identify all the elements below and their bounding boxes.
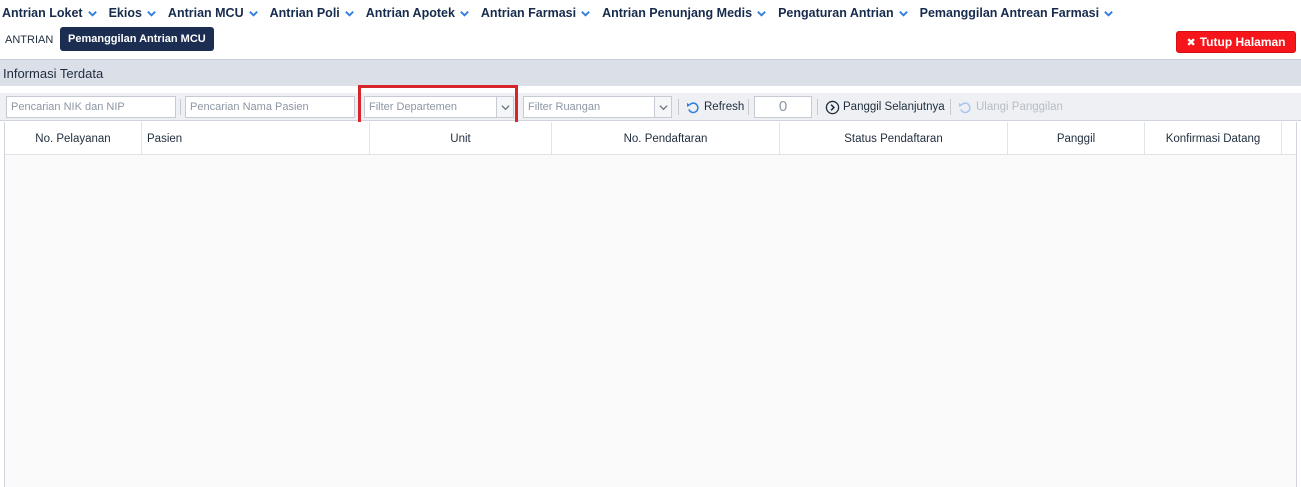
department-filter-select[interactable]: Filter Departemen	[364, 96, 514, 118]
column-header[interactable]: Panggil	[1008, 122, 1145, 155]
department-filter-value: Filter Departemen	[369, 101, 458, 113]
nav-label: Pemanggilan Antrean Farmasi	[919, 6, 1100, 20]
chevron-down-icon	[581, 10, 590, 17]
toolbar-separator	[678, 99, 679, 115]
chevron-down-icon	[460, 10, 469, 17]
toolbar-separator	[817, 99, 818, 115]
queue-counter-input[interactable]: 0	[754, 96, 812, 118]
nav-antrian-penunjang-medis[interactable]: Antrian Penunjang Medis	[602, 6, 767, 20]
room-filter-select[interactable]: Filter Ruangan	[523, 96, 672, 118]
nav-label: Antrian Loket	[2, 6, 83, 20]
nav-pemanggilan-antrean-farmasi[interactable]: Pemanggilan Antrean Farmasi	[920, 6, 1114, 20]
nav-antrian-farmasi[interactable]: Antrian Farmasi	[481, 6, 591, 20]
column-header[interactable]: No. Pelayanan	[5, 122, 142, 155]
call-next-button[interactable]: Panggil Selanjutnya	[825, 98, 945, 116]
nav-label: Antrian Farmasi	[480, 6, 577, 20]
search-nik-input[interactable]: Pencarian NIK dan NIP	[6, 96, 176, 118]
nav-antrian-poli[interactable]: Antrian Poli	[270, 6, 355, 20]
nav-label: Pengaturan Antrian	[778, 6, 894, 20]
nav-antrian-apotek[interactable]: Antrian Apotek	[366, 6, 470, 20]
toolbar: Pencarian NIK dan NIP Pencarian Nama Pas…	[0, 93, 1301, 121]
top-navigation: Antrian Loket Ekios Antrian MCU Antrian …	[0, 0, 1301, 26]
search-patient-name-input[interactable]: Pencarian Nama Pasien	[185, 96, 355, 118]
panel-header: Informasi Terdata	[0, 59, 1301, 86]
refresh-icon	[959, 101, 971, 113]
chevron-down-icon	[147, 10, 156, 17]
close-page-label: Tutup Halaman	[1199, 35, 1286, 49]
column-header[interactable]: Pasien	[142, 122, 370, 155]
column-header[interactable]: Status Pendaftaran	[780, 122, 1008, 155]
recall-button[interactable]: Ulangi Panggilan	[958, 98, 1063, 116]
column-header[interactable]: No. Pendaftaran	[552, 122, 780, 155]
panel-title: Informasi Terdata	[3, 66, 104, 81]
refresh-icon	[687, 101, 699, 113]
grid-header: No. Pelayanan Pasien Unit No. Pendaftara…	[5, 122, 1296, 155]
chevron-down-icon	[898, 10, 908, 17]
nav-label: Antrian Apotek	[365, 6, 455, 20]
nav-antrian-mcu[interactable]: Antrian MCU	[168, 6, 259, 20]
toolbar-separator	[180, 99, 181, 115]
room-filter-value: Filter Ruangan	[528, 101, 601, 113]
nav-label: Antrian MCU	[167, 6, 244, 20]
chevron-down-icon	[344, 10, 354, 17]
toolbar-separator	[748, 99, 749, 115]
toolbar-separator	[950, 99, 951, 115]
nav-antrian-loket[interactable]: Antrian Loket	[2, 6, 98, 20]
breadcrumb[interactable]: ANTRIAN	[5, 34, 53, 46]
data-grid: No. Pelayanan Pasien Unit No. Pendaftara…	[4, 122, 1297, 487]
chevron-down-icon[interactable]	[654, 97, 671, 117]
column-header[interactable]: Unit	[370, 122, 552, 155]
chevron-down-icon	[1104, 10, 1113, 17]
close-icon: ✖	[1186, 36, 1196, 49]
nav-ekios[interactable]: Ekios	[109, 6, 157, 20]
refresh-label: Refresh	[704, 101, 745, 113]
nav-pengaturan-antrian[interactable]: Pengaturan Antrian	[778, 6, 909, 20]
chevron-down-icon	[87, 10, 97, 17]
nav-label: Ekios	[108, 6, 142, 20]
chevron-down-icon	[248, 10, 258, 17]
nav-label: Antrian Penunjang Medis	[602, 6, 753, 20]
recall-label: Ulangi Panggilan	[976, 101, 1063, 113]
refresh-button[interactable]: Refresh	[686, 98, 744, 116]
arrow-circle-right-icon	[825, 100, 840, 114]
nav-label: Antrian Poli	[269, 6, 340, 20]
close-page-button[interactable]: ✖ Tutup Halaman	[1176, 31, 1296, 53]
chevron-down-icon	[757, 10, 766, 17]
chevron-down-icon[interactable]	[496, 97, 513, 117]
tab-pemanggilan-antrian-mcu[interactable]: Pemanggilan Antrian MCU	[60, 27, 214, 51]
column-header[interactable]: Konfirmasi Datang	[1145, 122, 1282, 155]
call-next-label: Panggil Selanjutnya	[843, 101, 945, 113]
sub-header: ANTRIAN Pemanggilan Antrian MCU ✖ Tutup …	[0, 27, 1301, 53]
